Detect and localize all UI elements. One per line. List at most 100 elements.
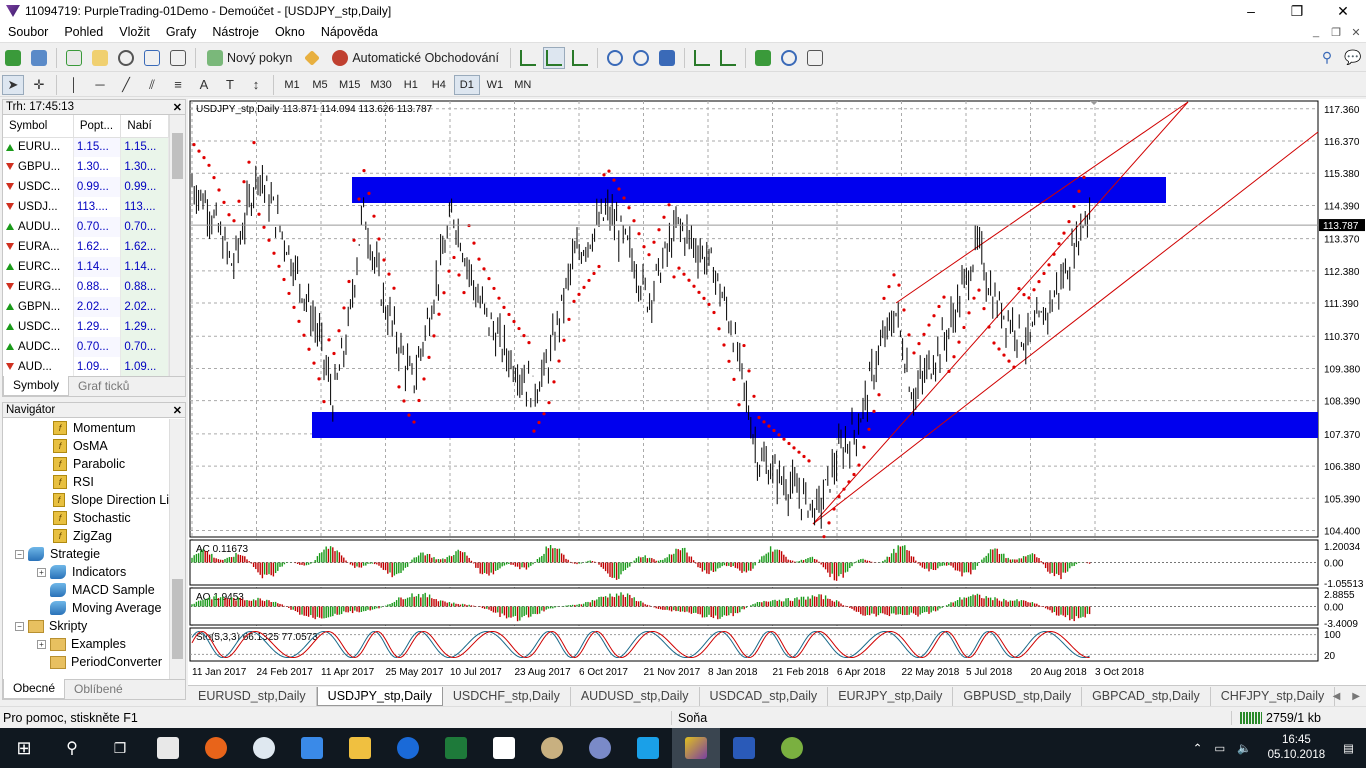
chart-tab-eurusd[interactable]: EURUSD_stp,Daily — [188, 686, 317, 706]
timeframe-m5[interactable]: M5 — [307, 75, 333, 95]
chart-shift-button[interactable] — [717, 47, 739, 69]
zoom-out-button[interactable] — [630, 47, 652, 69]
taskbar-metatrader[interactable] — [672, 728, 720, 768]
chart-tab-gbpcad[interactable]: GBPCAD_stp,Daily — [1082, 686, 1211, 706]
navigator-item[interactable]: + Examples — [3, 635, 169, 653]
navigator-item[interactable]: − Skripty — [3, 617, 169, 635]
menu-pohled[interactable]: Pohled — [56, 25, 111, 39]
price-chart[interactable]: 117.360 116.370 115.380 114.390 113.370 112.3… — [188, 99, 1366, 685]
timeframe-mn[interactable]: MN — [510, 75, 536, 95]
timeframe-m15[interactable]: M15 — [335, 75, 364, 95]
expand-icon[interactable]: + — [37, 639, 46, 649]
tab-symboly[interactable]: Symboly — [3, 376, 70, 396]
market-watch-row[interactable]: USDJ... 113.... 113.... — [3, 197, 169, 217]
horizontal-line-tool[interactable]: ─ — [89, 75, 111, 95]
market-watch-button[interactable] — [63, 47, 85, 69]
terminal-button[interactable] — [141, 47, 163, 69]
new-order-button[interactable]: Nový pokyn — [202, 47, 297, 69]
menu-napoveda[interactable]: Nápověda — [313, 25, 386, 39]
mdi-close-button[interactable]: ✕ — [1346, 22, 1366, 42]
candlestick-button[interactable] — [542, 46, 565, 69]
arrows-tool[interactable]: ↕ — [245, 75, 267, 95]
tile-windows-button[interactable] — [656, 47, 678, 69]
menu-soubor[interactable]: Soubor — [0, 25, 56, 39]
taskbar-app-5[interactable] — [768, 728, 816, 768]
market-watch-scrollbar[interactable] — [169, 115, 185, 377]
taskbar-excel[interactable] — [432, 728, 480, 768]
navigator-item[interactable]: MACD Sample — [3, 581, 169, 599]
trendline-tool[interactable]: ╱ — [115, 75, 137, 95]
crosshair-tool[interactable]: ✛ — [28, 75, 50, 95]
taskbar-explorer[interactable] — [336, 728, 384, 768]
taskbar-teamviewer[interactable] — [384, 728, 432, 768]
navigator-item[interactable]: f ZigZag — [3, 527, 169, 545]
timeframe-m1[interactable]: M1 — [279, 75, 305, 95]
market-watch-row[interactable]: EURG... 0.88... 0.88... — [3, 277, 169, 297]
market-watch-row[interactable]: EURU... 1.15... 1.15... — [3, 137, 169, 157]
timeframe-m30[interactable]: M30 — [366, 75, 395, 95]
data-window-button[interactable] — [89, 47, 111, 69]
navigator-item[interactable]: f Momentum — [3, 419, 169, 437]
network-icon[interactable]: ▭ — [1208, 741, 1231, 755]
market-watch-row[interactable]: EURC... 1.14... 1.14... — [3, 257, 169, 277]
navigator-item[interactable]: f OsMA — [3, 437, 169, 455]
col-symbol[interactable]: Symbol — [3, 115, 74, 138]
market-watch-row[interactable]: USDC... 1.29... 1.29... — [3, 317, 169, 337]
market-watch-row[interactable]: GBPN... 2.02... 2.02... — [3, 297, 169, 317]
navigator-item[interactable]: f Stochastic — [3, 509, 169, 527]
navigator-item[interactable]: + Indicators — [3, 563, 169, 581]
collapse-icon[interactable]: − — [15, 621, 24, 631]
cursor-tool[interactable]: ➤ — [2, 74, 24, 95]
taskbar-file[interactable] — [480, 728, 528, 768]
navigator-item[interactable]: f Slope Direction Li — [3, 491, 169, 509]
templates-button[interactable] — [804, 47, 826, 69]
navigator-item[interactable]: − Strategie — [3, 545, 169, 563]
tester-button[interactable] — [167, 47, 189, 69]
zoom-in-button[interactable] — [604, 47, 626, 69]
close-button[interactable]: ✕ — [1320, 0, 1366, 22]
chart-window[interactable]: 117.360 116.370 115.380 114.390 113.370 112.3… — [188, 99, 1366, 685]
tab-obecne[interactable]: Obecné — [3, 679, 66, 699]
chart-tab-audusd[interactable]: AUDUSD_stp,Daily — [571, 686, 700, 706]
tab-oblibene[interactable]: Oblíbené — [65, 680, 132, 699]
navigator-item[interactable]: f RSI — [3, 473, 169, 491]
market-watch-row[interactable]: AUD... 1.09... 1.09... — [3, 357, 169, 377]
market-watch-row[interactable]: EURA... 1.62... 1.62... — [3, 237, 169, 257]
start-button[interactable]: ⊞ — [0, 728, 48, 768]
fibonacci-tool[interactable]: ≡ — [167, 75, 189, 95]
auto-trading-button[interactable]: Automatické Obchodování — [327, 47, 504, 69]
taskbar-paint[interactable] — [528, 728, 576, 768]
timeframe-d1[interactable]: D1 — [453, 74, 480, 95]
chart-tab-eurjpy[interactable]: EURJPY_stp,Daily — [828, 686, 954, 706]
chart-tab-usdjpy[interactable]: USDJPY_stp,Daily — [316, 686, 443, 706]
market-watch-close-button[interactable]: ✕ — [173, 101, 182, 114]
line-chart-button[interactable] — [569, 47, 591, 69]
menu-grafy[interactable]: Grafy — [158, 25, 205, 39]
taskbar-store[interactable] — [288, 728, 336, 768]
timeframe-h1[interactable]: H1 — [398, 75, 424, 95]
navigator-scrollbar[interactable] — [169, 419, 185, 681]
chat-button[interactable]: 💬 — [1342, 47, 1364, 69]
taskbar-calculator[interactable] — [144, 728, 192, 768]
volume-icon[interactable]: 🔈 — [1231, 741, 1257, 755]
taskbar-word[interactable] — [720, 728, 768, 768]
search-button[interactable]: ⚲ — [1316, 47, 1338, 69]
chart-tab-usdchf[interactable]: USDCHF_stp,Daily — [443, 686, 571, 706]
navigator-item[interactable]: Moving Average — [3, 599, 169, 617]
chart-tab-gbpusd[interactable]: GBPUSD_stp,Daily — [953, 686, 1083, 706]
bar-chart-button[interactable] — [517, 47, 539, 69]
collapse-icon[interactable]: − — [15, 549, 24, 559]
col-bid[interactable]: Popt... — [73, 115, 122, 138]
taskbar-app-3[interactable] — [576, 728, 624, 768]
market-watch-row[interactable]: AUDC... 0.70... 0.70... — [3, 337, 169, 357]
market-watch-row[interactable]: USDC... 0.99... 0.99... — [3, 177, 169, 197]
text-tool[interactable]: A — [193, 75, 215, 95]
mdi-restore-button[interactable]: ❐ — [1326, 22, 1346, 42]
timeframe-w1[interactable]: W1 — [482, 75, 508, 95]
text-label-tool[interactable]: T — [219, 75, 241, 95]
minimize-button[interactable]: – — [1228, 0, 1274, 22]
profiles-button[interactable] — [28, 47, 50, 69]
timeframe-h4[interactable]: H4 — [426, 75, 452, 95]
menu-vlozit[interactable]: Vložit — [111, 25, 158, 39]
maximize-button[interactable]: ❐ — [1274, 0, 1320, 22]
